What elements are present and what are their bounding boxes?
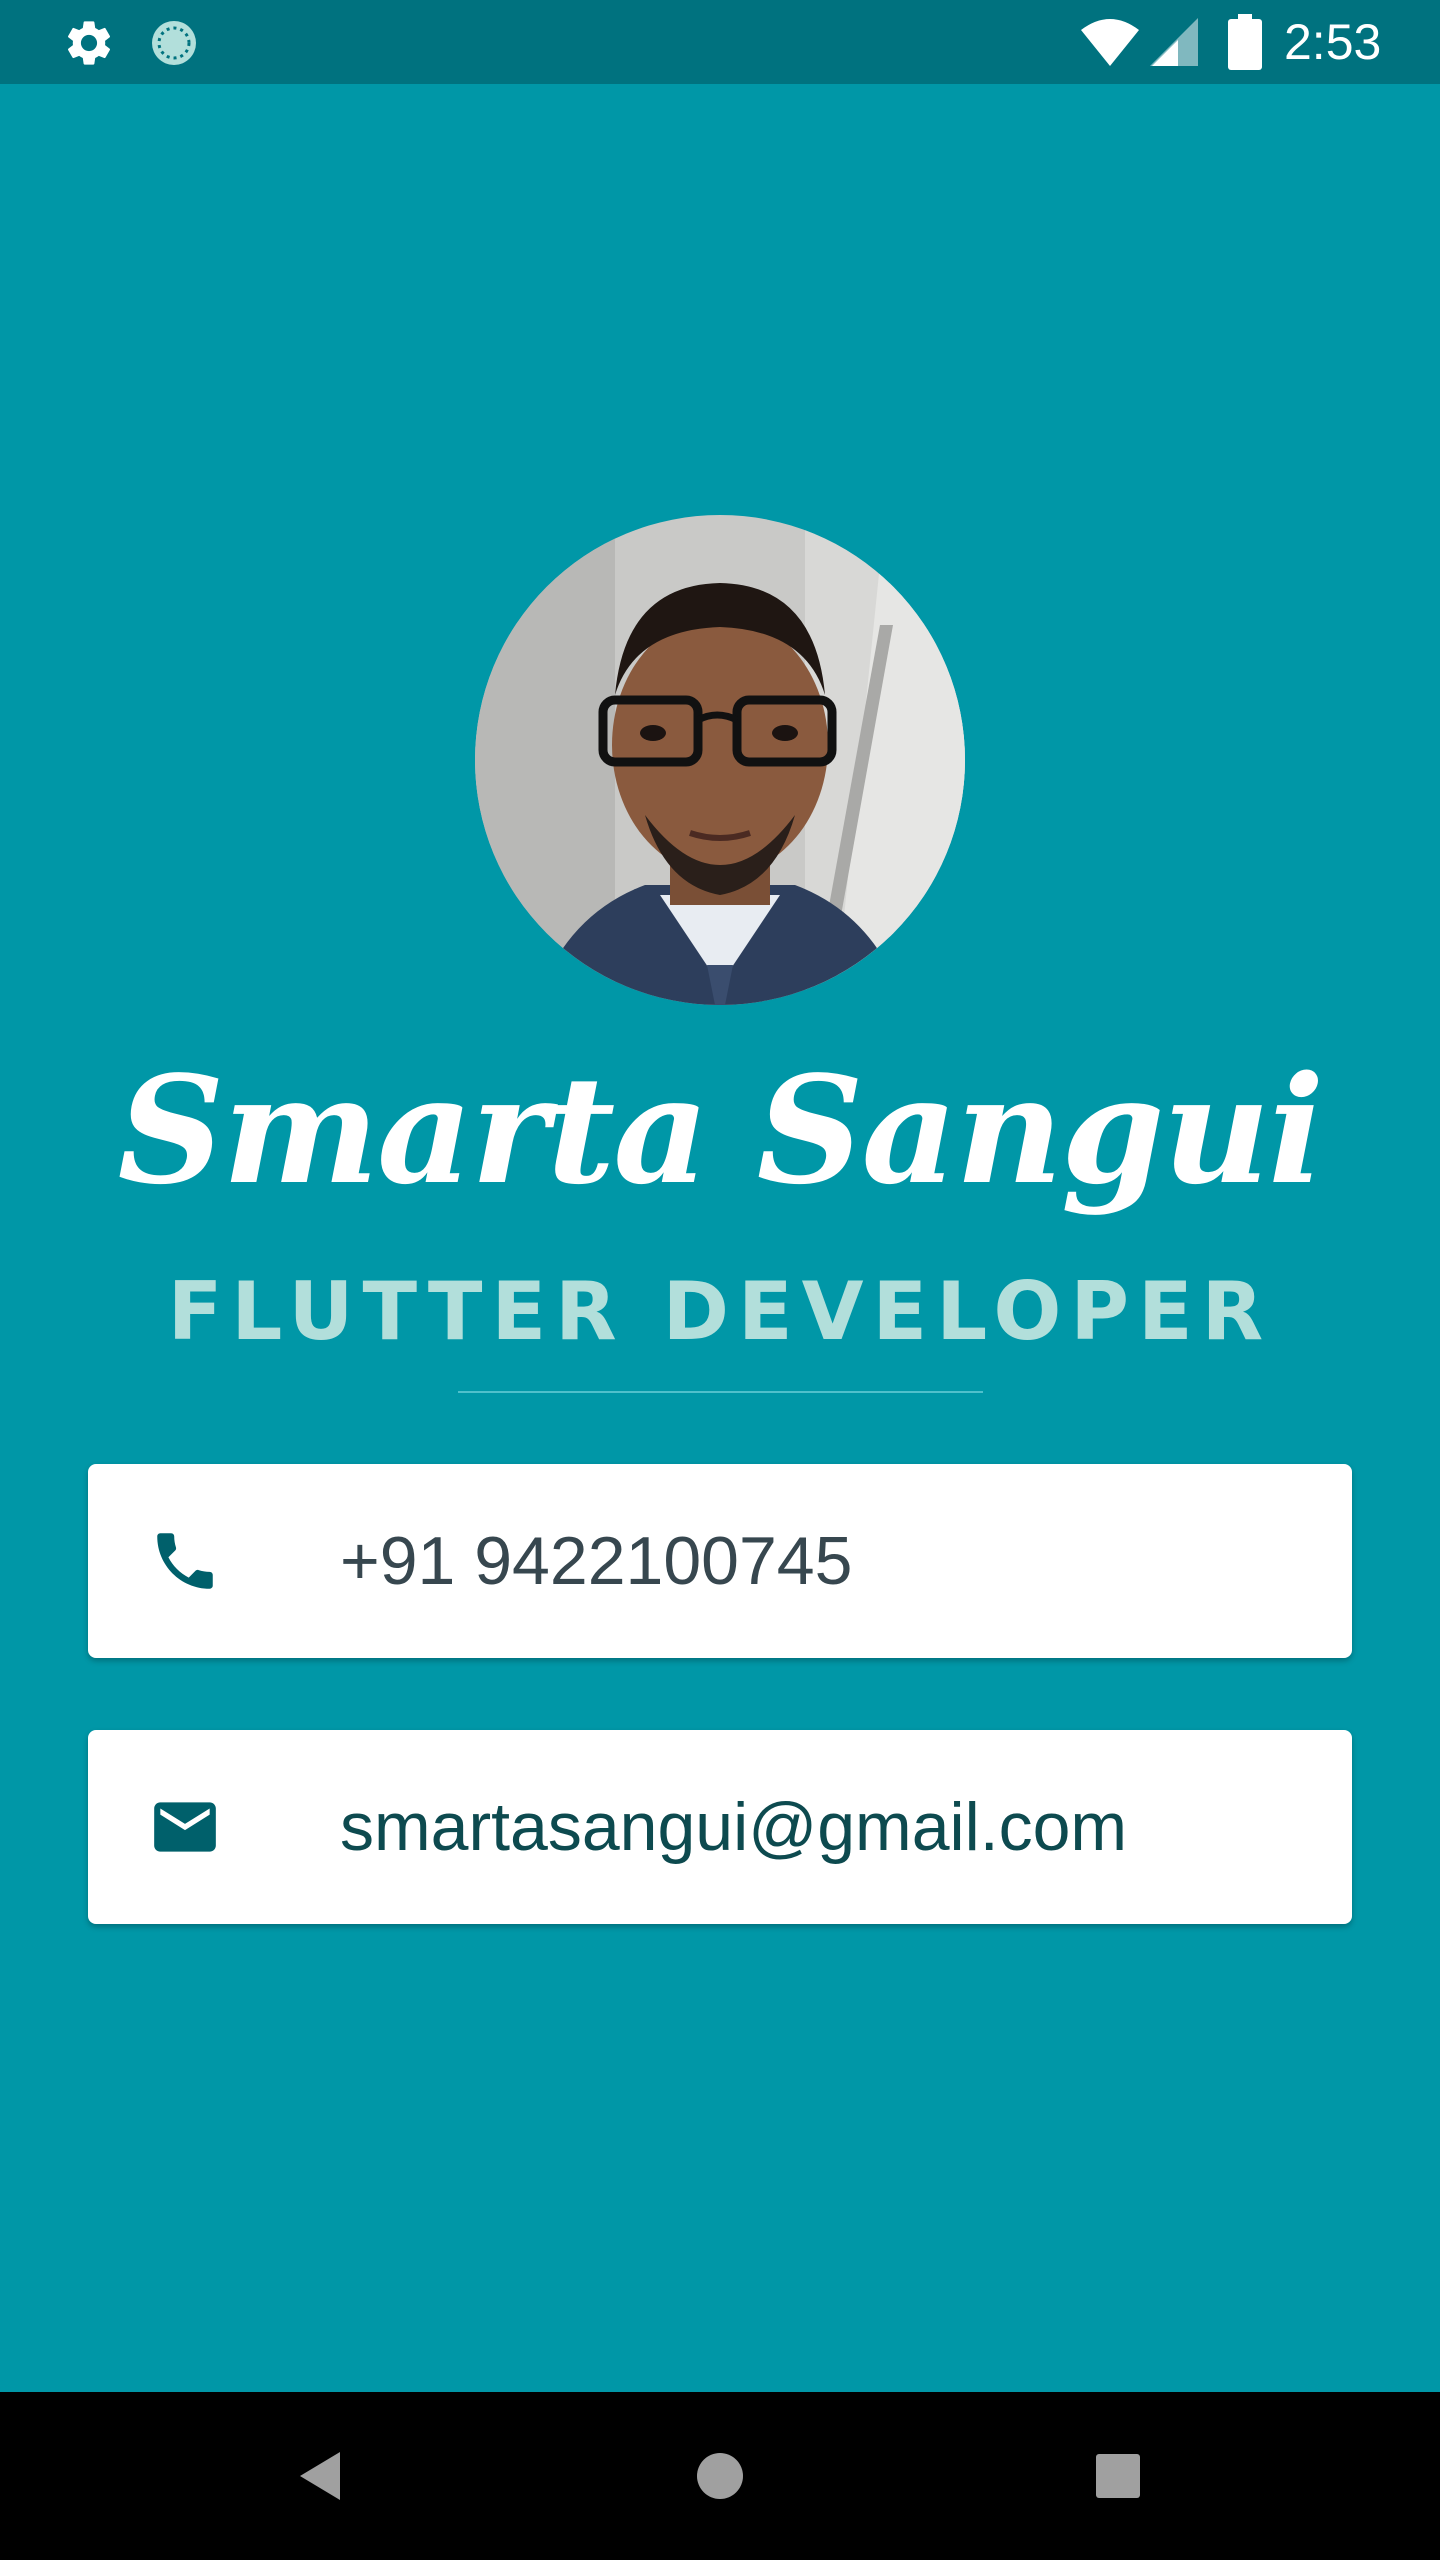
email-card[interactable]: smartasangui@gmail.com xyxy=(88,1730,1352,1924)
wifi-icon xyxy=(1080,16,1140,68)
avatar[interactable] xyxy=(475,515,965,1005)
sync-icon xyxy=(148,17,200,69)
home-icon[interactable] xyxy=(696,2452,744,2500)
navigation-bar xyxy=(0,2392,1440,2560)
phone-icon xyxy=(148,1524,222,1598)
divider xyxy=(458,1391,983,1393)
profile-name: Smarta Sangui xyxy=(117,1043,1325,1217)
profile-title: FLUTTER DEVELOPER xyxy=(167,1265,1273,1358)
status-time: 2:53 xyxy=(1284,14,1382,70)
status-bar: 2:53 xyxy=(0,0,1440,84)
recents-icon[interactable] xyxy=(1096,2454,1140,2498)
back-icon[interactable] xyxy=(298,2450,342,2502)
gear-icon xyxy=(62,16,116,70)
mail-icon xyxy=(148,1790,222,1864)
signal-icon xyxy=(1148,16,1200,68)
app-screen: 2:53 Smarta Sangui FLUTTER DEVELOPER +91… xyxy=(0,0,1440,2560)
phone-number: +91 9422100745 xyxy=(340,1523,853,1599)
email-address: smartasangui@gmail.com xyxy=(340,1789,1128,1865)
battery-icon xyxy=(1228,14,1262,70)
phone-card[interactable]: +91 9422100745 xyxy=(88,1464,1352,1658)
